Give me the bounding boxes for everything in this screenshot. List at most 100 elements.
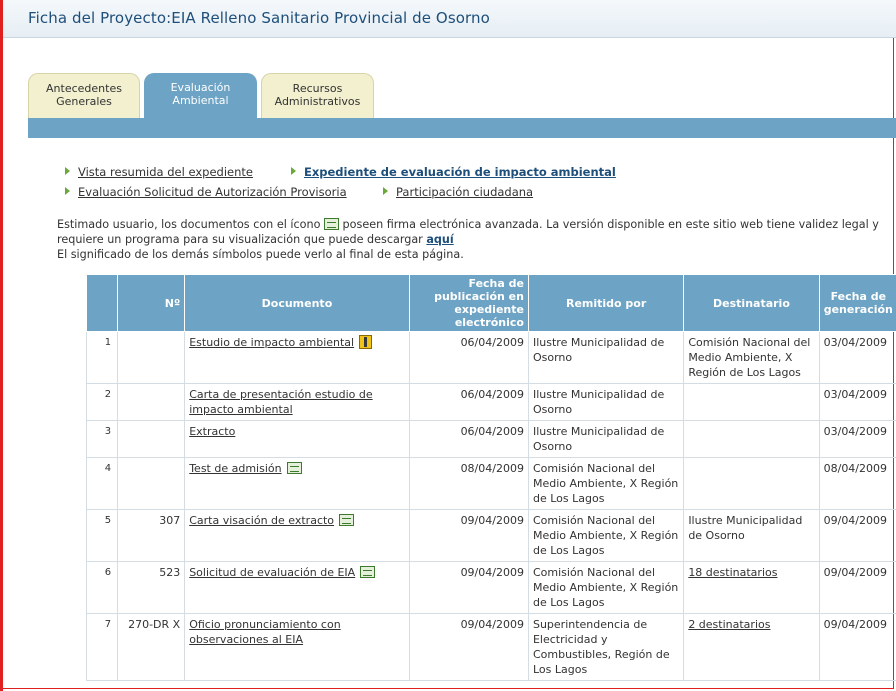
- row-generation-date: 09/04/2009: [818, 613, 896, 681]
- participacion-ciudadana-link[interactable]: Participación ciudadana: [396, 185, 533, 199]
- row-sender: Ilustre Municipalidad de Osorno: [527, 383, 685, 421]
- document-link[interactable]: Estudio de impacto ambiental: [189, 336, 354, 349]
- row-recipient: Comisión Nacional del Medio Ambiente, X …: [683, 331, 820, 384]
- document-link[interactable]: Extracto: [189, 425, 235, 438]
- folder-icon[interactable]: [359, 335, 373, 349]
- row-sender: Ilustre Municipalidad de Osorno: [527, 420, 685, 458]
- link-item: Vista resumida del expediente: [65, 165, 253, 179]
- document-link[interactable]: Solicitud de evaluación de EIA: [189, 566, 355, 579]
- signature-icon[interactable]: [286, 462, 302, 474]
- table-row: 5 307 Carta visación de extracto 09/04/2009…: [85, 509, 896, 562]
- table-row: 3 Extracto 06/04/2009 Ilustre Municipalidad…: [85, 420, 896, 458]
- tab-label-line2: Ambiental: [172, 94, 229, 107]
- row-number: 523: [117, 561, 186, 614]
- tab-label-line1: Antecedentes: [46, 82, 122, 95]
- row-publication-date: 09/04/2009: [408, 561, 529, 614]
- frame-left-edge: [0, 0, 3, 691]
- tab-label-line1: Evaluación: [170, 81, 231, 94]
- row-publication-date: 06/04/2009: [408, 420, 529, 458]
- document-link[interactable]: Oficio pronunciamiento con observaciones…: [189, 618, 340, 646]
- link-item: Evaluación Solicitud de Autorización Pro…: [65, 185, 347, 199]
- arrow-bullet-icon: [291, 167, 296, 175]
- row-recipient: [683, 383, 820, 421]
- row-number: [117, 383, 186, 421]
- row-document: Carta de presentación estudio de impacto…: [184, 383, 410, 421]
- row-sender: Ilustre Municipalidad de Osorno: [527, 331, 685, 384]
- solicitud-autorizacion-link[interactable]: Evaluación Solicitud de Autorización Pro…: [78, 185, 347, 199]
- row-generation-date: 08/04/2009: [818, 457, 896, 510]
- vista-resumida-link[interactable]: Vista resumida del expediente: [78, 165, 253, 179]
- table-row: 2 Carta de presentación estudio de impact…: [85, 383, 896, 421]
- title-bar: Ficha del Proyecto:EIA Relleno Sanitario…: [3, 0, 896, 38]
- tab-evaluacion-ambiental[interactable]: Evaluación Ambiental: [144, 73, 257, 118]
- recipients-link[interactable]: 18 destinatarios: [688, 566, 777, 579]
- row-number: [117, 331, 186, 384]
- table-body: 1 Estudio de impacto ambiental 06/04/2009 I…: [85, 331, 896, 681]
- header-publication-date: Fecha de publicación en expediente elect…: [408, 274, 529, 332]
- table-header-row: Nº Documento Fecha de publicación en exp…: [85, 274, 896, 332]
- header-sender: Remitido por: [527, 274, 685, 332]
- signature-icon[interactable]: [339, 514, 355, 526]
- table-row: 1 Estudio de impacto ambiental 06/04/2009 I…: [85, 331, 896, 384]
- header-generation-date: Fecha de generación: [818, 274, 896, 332]
- row-index: 5: [85, 509, 119, 562]
- row-publication-date: 06/04/2009: [408, 331, 529, 384]
- arrow-bullet-icon: [65, 167, 70, 175]
- row-document: Oficio pronunciamiento con observaciones…: [184, 613, 410, 681]
- recipients-link[interactable]: 2 destinatarios: [688, 618, 770, 631]
- row-recipient: 18 destinatarios: [683, 561, 820, 614]
- row-index: 4: [85, 457, 119, 510]
- row-document: Test de admisión: [184, 457, 410, 510]
- row-generation-date: 09/04/2009: [818, 561, 896, 614]
- row-publication-date: 09/04/2009: [408, 613, 529, 681]
- link-item: Expediente de evaluación de impacto ambi…: [291, 165, 616, 179]
- table-row: 4 Test de admisión 08/04/2009 Comisión Naci…: [85, 457, 896, 510]
- row-generation-date: 03/04/2009: [818, 331, 896, 384]
- link-item: Participación ciudadana: [383, 185, 533, 199]
- document-link[interactable]: Carta visación de extracto: [189, 514, 334, 527]
- row-document: Solicitud de evaluación de EIA: [184, 561, 410, 614]
- signature-icon: [323, 218, 339, 230]
- download-link[interactable]: aquí: [426, 233, 453, 246]
- notice-part1: Estimado usuario, los documentos con el …: [57, 218, 321, 231]
- row-recipient: Ilustre Municipalidad de Osorno: [683, 509, 820, 562]
- row-number: [117, 457, 186, 510]
- document-link[interactable]: Test de admisión: [189, 462, 281, 475]
- row-sender: Comisión Nacional del Medio Ambiente, X …: [527, 457, 685, 510]
- row-generation-date: 09/04/2009: [818, 509, 896, 562]
- signature-icon[interactable]: [360, 566, 376, 578]
- row-publication-date: 09/04/2009: [408, 509, 529, 562]
- header-index: [85, 274, 119, 332]
- header-recipient: Destinatario: [683, 274, 820, 332]
- row-index: 7: [85, 613, 119, 681]
- row-publication-date: 08/04/2009: [408, 457, 529, 510]
- row-index: 6: [85, 561, 119, 614]
- row-generation-date: 03/04/2009: [818, 383, 896, 421]
- row-index: 2: [85, 383, 119, 421]
- table-row: 6 523 Solicitud de evaluación de EIA 09/04/…: [85, 561, 896, 614]
- tab-label-line2: Generales: [56, 95, 112, 108]
- header-number: Nº: [117, 274, 186, 332]
- header-document: Documento: [184, 274, 410, 332]
- row-document: Extracto: [184, 420, 410, 458]
- row-publication-date: 06/04/2009: [408, 383, 529, 421]
- tab-label-line1: Recursos: [292, 82, 343, 95]
- tab-recursos-administrativos[interactable]: Recursos Administrativos: [261, 73, 374, 118]
- tab-content-band: [28, 118, 896, 138]
- row-recipient: 2 destinatarios: [683, 613, 820, 681]
- row-recipient: [683, 420, 820, 458]
- tab-antecedentes-generales[interactable]: Antecedentes Generales: [28, 73, 140, 118]
- row-number: 307: [117, 509, 186, 562]
- row-sender: Superintendencia de Electricidad y Combu…: [527, 613, 685, 681]
- tab-label-line2: Administrativos: [274, 95, 361, 108]
- row-sender: Comisión Nacional del Medio Ambiente, X …: [527, 561, 685, 614]
- row-sender: Comisión Nacional del Medio Ambiente, X …: [527, 509, 685, 562]
- arrow-bullet-icon: [65, 187, 70, 195]
- document-link[interactable]: Carta de presentación estudio de impacto…: [189, 388, 372, 416]
- notice-line2: El significado de los demás símbolos pue…: [57, 248, 464, 261]
- expediente-link[interactable]: Expediente de evaluación de impacto ambi…: [304, 165, 616, 179]
- table-row: 7 270-DR X Oficio pronunciamiento con obse…: [85, 613, 896, 681]
- row-document: Carta visación de extracto: [184, 509, 410, 562]
- row-number: 270-DR X: [117, 613, 186, 681]
- row-index: 3: [85, 420, 119, 458]
